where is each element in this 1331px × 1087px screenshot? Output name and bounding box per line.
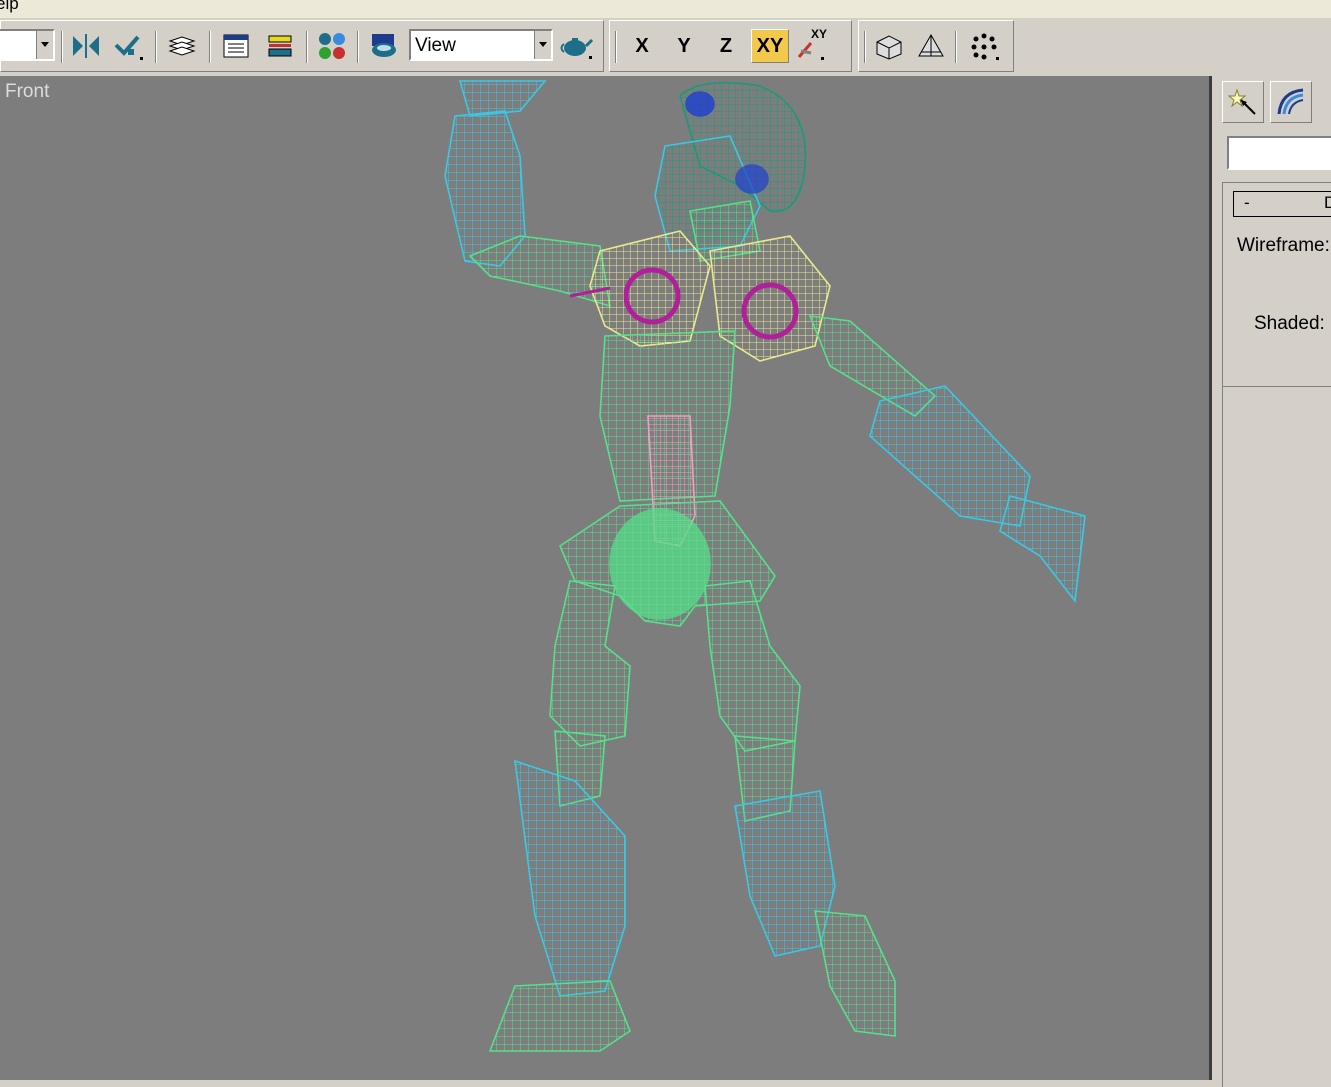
left-shin-mesh: [514, 759, 626, 997]
right-thigh-mesh: [704, 580, 801, 752]
toolbar-main-group: View: [0, 20, 604, 72]
left-thigh-mesh: [549, 580, 631, 747]
axis-xy-button[interactable]: XY: [751, 29, 789, 63]
curve-editor-icon: [268, 35, 292, 57]
toolbar-separator: [155, 31, 157, 63]
rollout-title: D: [1324, 193, 1331, 212]
axis-z-button[interactable]: Z: [709, 29, 743, 63]
axis-x-button[interactable]: X: [625, 29, 659, 63]
display-color-rollout: - D Wireframe: Shaded:: [1222, 182, 1331, 387]
array-button[interactable]: [967, 29, 1001, 63]
modify-tab[interactable]: [1270, 81, 1312, 123]
box-button[interactable]: [871, 29, 905, 63]
ear-ornament-mesh: [735, 164, 769, 194]
track-view-icon: [223, 34, 249, 58]
modeling-toolbar: [858, 20, 1014, 72]
layer-manager-button[interactable]: [164, 29, 198, 63]
schematic-view-icon: [319, 33, 345, 59]
mirror-icon: [73, 34, 99, 58]
shaded-label: Shaded:: [1254, 313, 1325, 334]
right-forearm-mesh: [869, 385, 1031, 527]
right-foot-mesh: [814, 910, 896, 1037]
pyramid-button[interactable]: [914, 29, 948, 63]
wireframe-character-model[interactable]: [0, 76, 1209, 1080]
toolbar-separator: [864, 31, 866, 63]
selection-set-combo[interactable]: [0, 29, 55, 61]
rollout-collapse-toggle[interactable]: -: [1244, 193, 1250, 213]
material-editor-button[interactable]: [367, 29, 401, 63]
toolbar-separator: [357, 31, 359, 63]
render-button[interactable]: [559, 29, 593, 63]
command-panel: - D Wireframe: Shaded:: [1212, 76, 1331, 1087]
toolbar-separator: [306, 31, 308, 63]
chevron-down-icon[interactable]: [534, 31, 551, 59]
toolbar-separator: [61, 31, 63, 63]
create-tab-icon: [1227, 88, 1256, 115]
box-icon: [876, 35, 902, 60]
wireframe-label: Wireframe:: [1237, 235, 1330, 256]
mirror-button[interactable]: [69, 29, 103, 63]
material-editor-icon: [372, 34, 396, 57]
left-foot-mesh: [488, 980, 631, 1052]
layer-manager-icon: [168, 36, 196, 56]
chevron-down-icon[interactable]: [36, 31, 53, 59]
toolbar-separator: [209, 31, 211, 63]
modify-tab-icon: [1277, 88, 1304, 115]
curve-editor-button[interactable]: [263, 29, 297, 63]
render-teapot-icon: [560, 38, 593, 59]
toolbar-separator: [955, 31, 957, 63]
menu-bar: elp: [0, 0, 1331, 19]
create-tab[interactable]: [1222, 81, 1264, 123]
right-hand-mesh: [999, 495, 1086, 604]
track-view-button[interactable]: [219, 29, 253, 63]
array-icon: [971, 33, 999, 60]
head-ornament-mesh: [685, 91, 715, 117]
toolbar-separator: [615, 31, 617, 63]
axis-y-button[interactable]: Y: [667, 29, 701, 63]
pyramid-icon: [918, 33, 944, 57]
belt-mesh: [609, 508, 711, 620]
axis-constraints-toolbar: X Y Z XY XY: [609, 20, 852, 72]
menu-help[interactable]: elp: [0, 0, 19, 14]
align-icon: [114, 35, 143, 60]
main-toolbar: View X Y Z XY XY: [0, 18, 1331, 74]
reference-coordinate-combo[interactable]: View: [409, 29, 553, 61]
axis-xy-cycle-button[interactable]: XY: [793, 27, 827, 63]
schematic-view-button[interactable]: [315, 29, 349, 63]
align-button[interactable]: [111, 29, 145, 63]
viewport-front[interactable]: Front: [0, 76, 1212, 1080]
object-name-input[interactable]: [1227, 136, 1331, 170]
command-panel-body: [1222, 387, 1331, 1087]
rollout-header[interactable]: - D: [1233, 191, 1331, 217]
